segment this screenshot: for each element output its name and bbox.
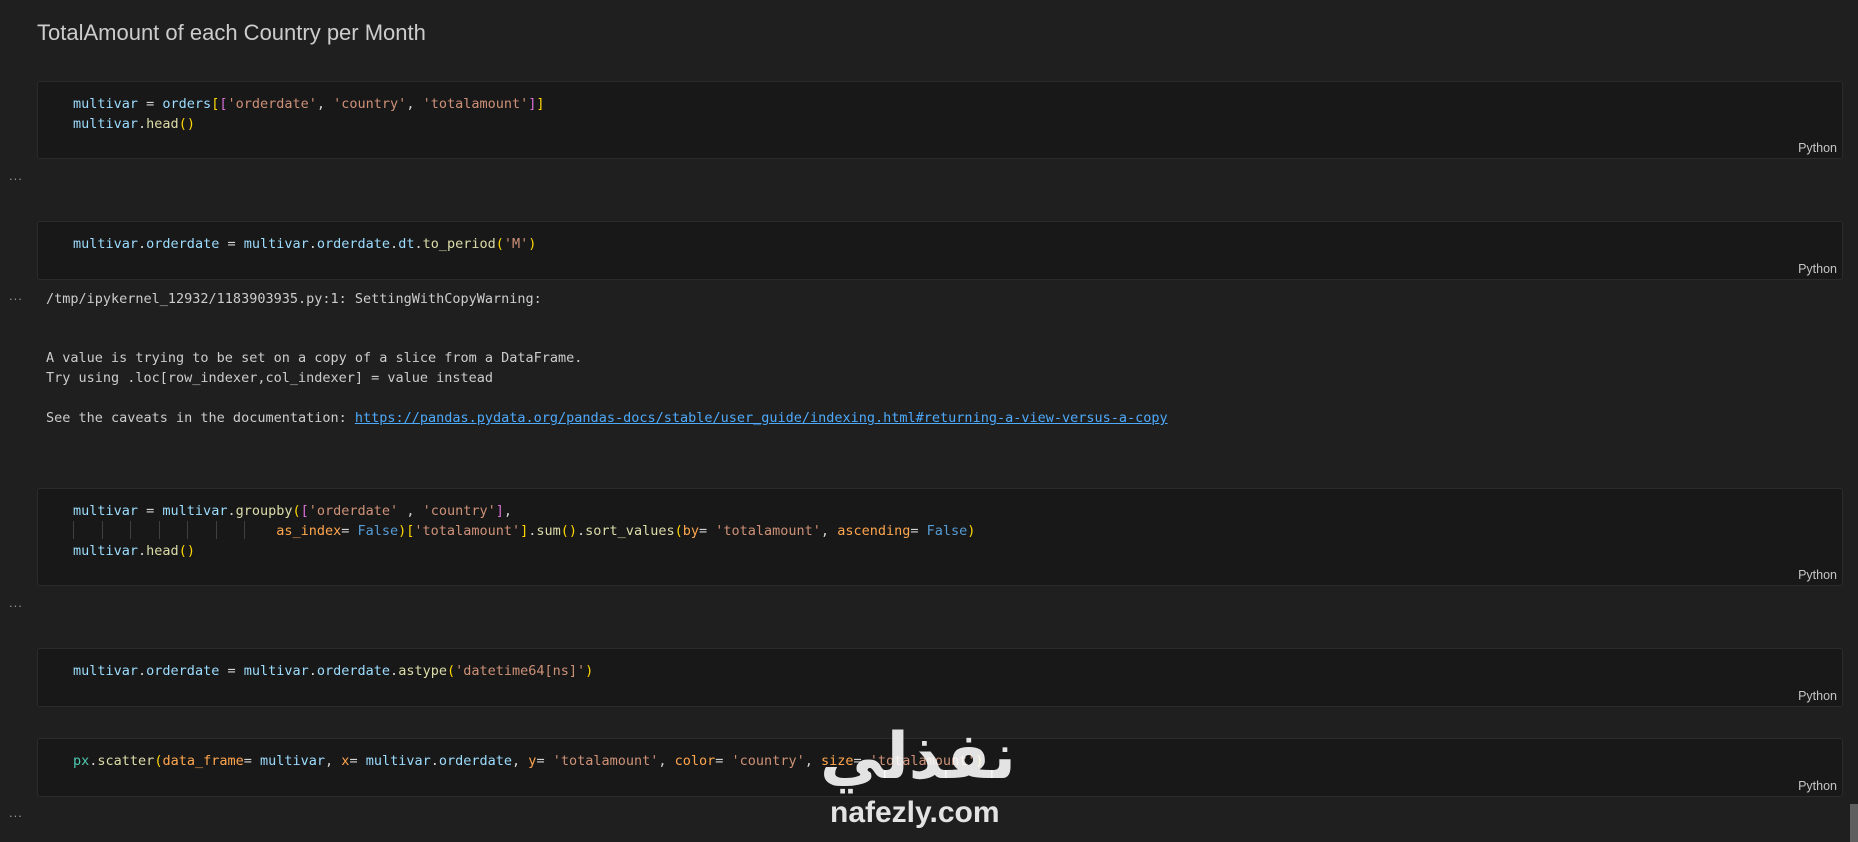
cell-language-label[interactable]: Python	[1798, 262, 1837, 276]
markdown-heading: TotalAmount of each Country per Month	[37, 20, 426, 45]
code-cell-2[interactable]: multivar.orderdate = multivar.orderdate.…	[37, 221, 1843, 280]
code-cell-3[interactable]: multivar = multivar.groupby(['orderdate'…	[37, 488, 1843, 586]
pandas-docs-link[interactable]: https://pandas.pydata.org/pandas-docs/st…	[355, 410, 1168, 426]
cell-language-label[interactable]: Python	[1798, 689, 1837, 703]
output-menu-toggle[interactable]: ...	[9, 288, 23, 303]
collapsed-output-toggle[interactable]: ...	[9, 168, 23, 183]
code-editor-1[interactable]: multivar = orders[['orderdate', 'country…	[73, 94, 545, 134]
collapsed-output-toggle[interactable]: ...	[9, 805, 23, 820]
collapsed-output-toggle[interactable]: ...	[9, 595, 23, 610]
notebook-page: TotalAmount of each Country per Month mu…	[0, 0, 1858, 842]
cell-language-label[interactable]: Python	[1798, 568, 1837, 582]
code-editor-2[interactable]: multivar.orderdate = multivar.orderdate.…	[73, 234, 536, 254]
caveats-text: See the caveats in the documentation:	[46, 410, 355, 426]
cell-language-label[interactable]: Python	[1798, 141, 1837, 155]
watermark-latin-text: nafezly.com	[830, 796, 1000, 829]
cell-language-label[interactable]: Python	[1798, 779, 1837, 793]
code-editor-5[interactable]: px.scatter(data_frame= multivar, x= mult…	[73, 751, 984, 771]
code-cell-4[interactable]: multivar.orderdate = multivar.orderdate.…	[37, 648, 1843, 707]
warning-output-line-1: /tmp/ipykernel_12932/1183903935.py:1: Se…	[46, 291, 542, 307]
warning-output-line-2: A value is trying to be set on a copy of…	[46, 350, 583, 366]
warning-output-line-4: See the caveats in the documentation: ht…	[46, 408, 1168, 428]
code-cell-1[interactable]: multivar = orders[['orderdate', 'country…	[37, 81, 1843, 159]
warning-output-line-3: Try using .loc[row_indexer,col_indexer] …	[46, 370, 494, 386]
code-editor-3[interactable]: multivar = multivar.groupby(['orderdate'…	[73, 501, 975, 561]
code-editor-4[interactable]: multivar.orderdate = multivar.orderdate.…	[73, 661, 593, 681]
code-cell-5[interactable]: px.scatter(data_frame= multivar, x= mult…	[37, 738, 1843, 797]
vertical-scrollbar-thumb[interactable]	[1850, 804, 1858, 842]
